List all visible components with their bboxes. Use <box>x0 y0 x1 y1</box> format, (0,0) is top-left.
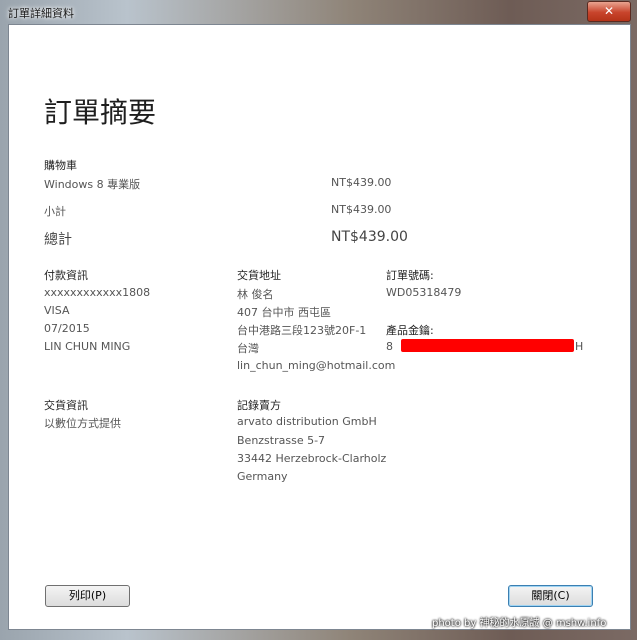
seller-line3: 33442 Herzebrock-Clarholz <box>237 452 387 465</box>
page-title: 訂單摘要 <box>44 96 157 129</box>
shipping-email: lin_chun_ming@hotmail.com <box>237 359 396 372</box>
photo-credit-watermark: photo by 神秘的水原誠 @ mshw.info <box>432 618 607 629</box>
product-key-prefix: 8 <box>386 340 393 353</box>
window-close-button[interactable]: ✕ <box>587 1 631 22</box>
shipping-country: 台灣 <box>237 342 259 355</box>
order-number-value: WD05318479 <box>386 286 462 299</box>
subtotal-value: NT$439.00 <box>331 203 392 216</box>
card-number: xxxxxxxxxxxx1808 <box>44 286 151 299</box>
product-key-suffix: H <box>575 340 584 353</box>
seller-line4: Germany <box>237 470 288 483</box>
cart-label: 購物車 <box>44 159 77 172</box>
subtotal-label: 小計 <box>44 205 66 218</box>
order-number-label: 訂單號碼: <box>386 269 434 282</box>
payment-label: 付款資訊 <box>44 269 88 282</box>
seller-line1: arvato distribution GmbH <box>237 415 377 428</box>
delivery-value: 以數位方式提供 <box>44 417 121 430</box>
product-key-redaction <box>401 339 574 352</box>
shipping-name: 林 俊名 <box>237 288 274 301</box>
cart-item-name: Windows 8 專業版 <box>44 178 141 191</box>
dialog-content: 訂單摘要 購物車 Windows 8 專業版 NT$439.00 小計 NT$4… <box>8 24 631 630</box>
shipping-line2: 台中港路三段123號20F-1 <box>237 324 367 337</box>
close-button[interactable]: 關閉(C) <box>508 585 593 607</box>
total-label: 總計 <box>44 232 72 248</box>
cart-item-price: NT$439.00 <box>331 176 392 189</box>
seller-label: 記錄賣方 <box>237 399 281 412</box>
delivery-label: 交貨資訊 <box>44 399 88 412</box>
card-expiry: 07/2015 <box>44 322 90 335</box>
title-bar[interactable]: 訂單詳細資料 ✕ <box>0 0 637 24</box>
window-frame: 訂單詳細資料 ✕ 訂單摘要 購物車 Windows 8 專業版 NT$439.0… <box>0 0 637 640</box>
window-title: 訂單詳細資料 <box>8 7 74 20</box>
total-value: NT$439.00 <box>331 229 408 245</box>
shipping-label: 交貨地址 <box>237 269 281 282</box>
print-button[interactable]: 列印(P) <box>45 585 130 607</box>
product-key-label: 產品金鑰: <box>386 324 434 337</box>
cardholder-name: LIN CHUN MING <box>44 340 131 353</box>
card-type: VISA <box>44 304 70 317</box>
seller-line2: Benzstrasse 5-7 <box>237 434 326 447</box>
shipping-line1: 407 台中市 西屯區 <box>237 306 331 319</box>
